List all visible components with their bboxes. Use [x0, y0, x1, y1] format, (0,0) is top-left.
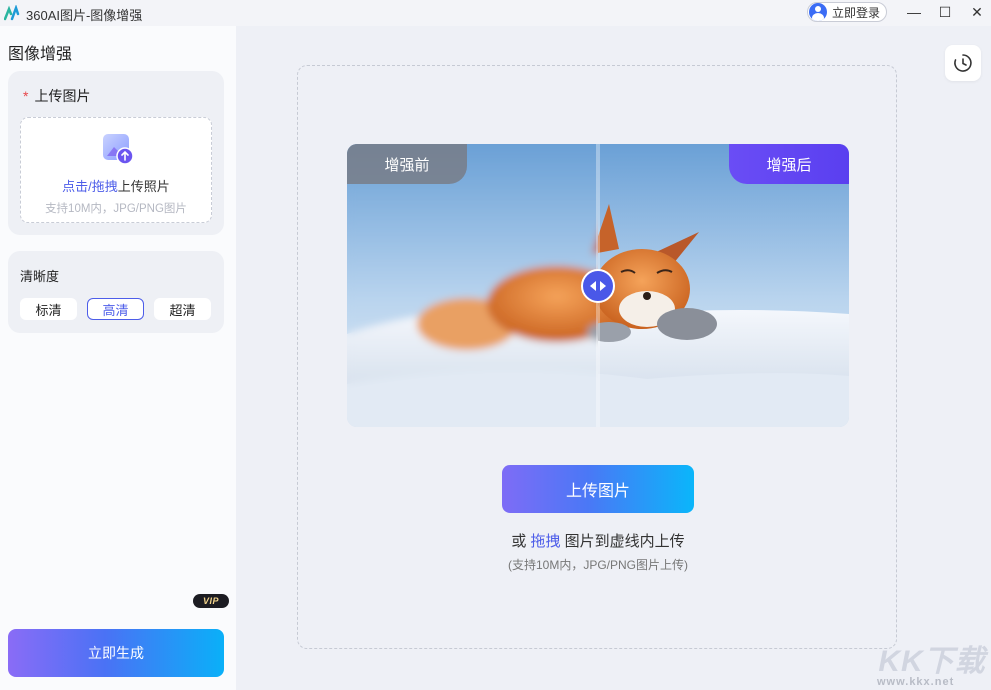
required-mark: * — [23, 88, 29, 104]
watermark: KK下载 www.kkx.net — [873, 636, 991, 690]
app-logo-icon — [4, 5, 20, 21]
watermark-text: KK下载 — [878, 645, 986, 678]
user-avatar-icon — [809, 3, 827, 21]
drag-hint: 或 拖拽 图片到虚线内上传 — [398, 530, 798, 551]
maximize-button[interactable]: ☐ — [935, 3, 955, 21]
upload-image-button[interactable]: 上传图片 — [502, 465, 694, 513]
before-label: 增强前 — [347, 144, 467, 184]
after-label: 增强后 — [729, 144, 849, 184]
login-button[interactable]: 立即登录 — [807, 2, 887, 22]
upload-card: * 上传图片 点击/拖拽上传照片 支持10M内，JPG/PNG图片 — [8, 71, 224, 235]
upload-image-icon — [103, 134, 134, 165]
generate-button[interactable]: 立即生成 — [8, 629, 224, 677]
drag-hint-subtext: (支持10M内，JPG/PNG图片上传) — [507, 558, 688, 572]
compare-slider-handle[interactable] — [581, 269, 615, 303]
upload-drop-zone[interactable]: 点击/拖拽上传照片 支持10M内，JPG/PNG图片 — [20, 117, 212, 223]
sidebar: 图像增强 * 上传图片 点击/拖拽上传照片 支持10M内，JPG/PNG图片 清… — [0, 26, 236, 690]
window-title: 360AI图片-图像增强 — [26, 8, 143, 23]
clarity-options: 标清 高清 超清 — [20, 298, 212, 320]
hint-drag-link[interactable]: 拖拽 — [530, 533, 560, 550]
clarity-option-sd[interactable]: 标清 — [20, 298, 77, 320]
upload-label: * 上传图片 — [23, 86, 90, 106]
upload-label-text: 上传图片 — [34, 88, 91, 104]
clarity-option-uhd[interactable]: 超清 — [154, 298, 211, 320]
history-button[interactable] — [945, 45, 981, 81]
minimize-button[interactable]: — — [904, 3, 924, 21]
clarity-card: 清晰度 标清 高清 超清 — [8, 251, 224, 333]
vip-badge: VIP — [193, 594, 229, 608]
watermark-url: www.kkx.net — [877, 676, 955, 688]
slider-arrows-icon — [590, 281, 606, 291]
hint-prefix: 或 — [511, 533, 531, 550]
sidebar-title: 图像增强 — [8, 46, 73, 63]
drop-subtext: 支持10M内，JPG/PNG图片 — [45, 203, 187, 215]
drop-link[interactable]: 点击/拖拽 — [62, 179, 118, 194]
title-bar: 360AI图片-图像增强 立即登录 — ☐ ✕ — [0, 0, 991, 26]
clarity-option-hd[interactable]: 高清 — [87, 298, 144, 320]
drop-text-rest: 上传照片 — [117, 179, 170, 194]
close-button[interactable]: ✕ — [967, 3, 987, 21]
drop-text: 点击/拖拽上传照片 — [21, 176, 211, 195]
before-after-preview: 增强前 增强后 — [347, 144, 849, 427]
clarity-title: 清晰度 — [20, 269, 60, 284]
login-label: 立即登录 — [832, 5, 881, 20]
history-clock-icon — [954, 54, 972, 72]
hint-suffix: 图片到虚线内上传 — [560, 533, 685, 550]
